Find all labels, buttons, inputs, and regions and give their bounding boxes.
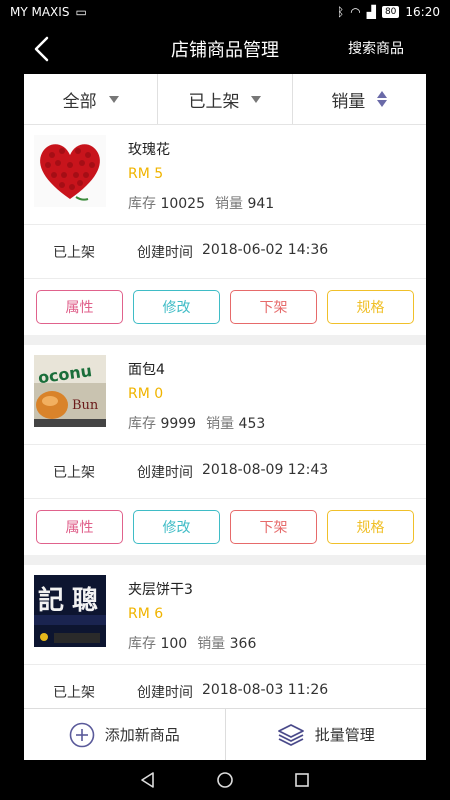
stock-label: 库存	[128, 636, 156, 652]
add-circle-icon	[69, 722, 95, 747]
product-image-chang-kee-logo: 記 聰	[34, 575, 106, 647]
filter-bar: 全部 已上架 销量	[24, 74, 426, 125]
attributes-button[interactable]: 属性	[36, 510, 123, 544]
product-summary[interactable]: 記 聰 夹层饼干3 RM 6 库存 100 销量 366	[24, 565, 426, 665]
product-meta: 已上架 创建时间 2018-06-02 14:36	[24, 225, 426, 279]
nav-back-icon[interactable]	[139, 771, 157, 789]
created-time-label: 创建时间	[137, 245, 193, 261]
product-card: oconu Bun 面包4 RM 0 库存 9999 销量 453 已上架 创建…	[24, 345, 426, 555]
product-stats: 库存 10025 销量 941	[128, 193, 274, 213]
sales-value: 453	[238, 416, 266, 432]
status-badge: 已上架	[53, 245, 95, 261]
screen-icon: ▭	[75, 5, 87, 19]
product-price: RM 6	[128, 606, 164, 622]
product-image-coconut-bun: oconu Bun	[34, 355, 106, 427]
created-time-label: 创建时间	[137, 685, 193, 701]
main-content: 全部 已上架 销量 玫瑰花 RM 5 库存 10025 销量 941 已上架 创…	[24, 74, 426, 708]
filter-status-label: 已上架	[188, 91, 240, 112]
created-time-label: 创建时间	[137, 465, 193, 481]
stock-label: 库存	[128, 416, 156, 432]
product-stats: 库存 9999 销量 453	[128, 413, 265, 433]
back-arrow-icon[interactable]	[28, 34, 58, 64]
product-actions: 属性 修改 下架 规格	[24, 499, 426, 555]
status-badge: 已上架	[53, 685, 95, 701]
clock: 16:20	[405, 5, 440, 19]
product-meta: 已上架 创建时间 2018-08-09 12:43	[24, 445, 426, 499]
nav-home-icon[interactable]	[216, 771, 234, 789]
filter-category-dropdown[interactable]: 全部	[24, 74, 159, 124]
svg-text:聰: 聰	[72, 585, 98, 616]
product-image-rose-heart	[34, 135, 106, 207]
svg-text:Bun: Bun	[72, 398, 99, 413]
wifi-icon: ◠	[350, 5, 361, 19]
stock-label: 库存	[128, 196, 156, 212]
system-nav-bar	[0, 760, 450, 800]
caret-down-icon	[108, 95, 119, 103]
product-summary[interactable]: oconu Bun 面包4 RM 0 库存 9999 销量 453	[24, 345, 426, 445]
nav-recents-icon[interactable]	[293, 771, 311, 789]
created-time-value: 2018-08-03 11:26	[202, 682, 329, 698]
search-products-button[interactable]: 搜索商品	[348, 38, 404, 58]
status-badge: 已上架	[53, 465, 95, 481]
title-bar: 店铺商品管理 搜索商品	[0, 24, 450, 74]
unlist-button[interactable]: 下架	[230, 510, 317, 544]
status-bar: MY MAXIS ▭ ᛒ ◠ ▟ 80 16:20	[0, 0, 450, 24]
bluetooth-icon: ᛒ	[337, 5, 345, 19]
layers-icon	[277, 723, 304, 746]
sort-sales-label: 销量	[331, 91, 366, 112]
battery-icon: 80	[381, 6, 400, 18]
attributes-button[interactable]: 属性	[36, 290, 123, 324]
sales-label: 销量	[197, 636, 226, 652]
stock-value: 9999	[160, 416, 197, 432]
stock-value: 10025	[160, 196, 205, 212]
stock-value: 100	[160, 636, 188, 652]
product-summary[interactable]: 玫瑰花 RM 5 库存 10025 销量 941	[24, 125, 426, 225]
sales-value: 366	[229, 636, 257, 652]
product-name: 面包4	[128, 362, 165, 378]
sales-value: 941	[247, 196, 275, 212]
svg-text:記: 記	[38, 585, 64, 616]
product-price: RM 5	[128, 166, 164, 182]
product-card: 記 聰 夹层饼干3 RM 6 库存 100 销量 366 已上架 创建时间 20…	[24, 565, 426, 708]
product-name: 玫瑰花	[128, 142, 170, 158]
bottom-action-bar: 添加新商品 批量管理	[24, 708, 426, 760]
product-card: 玫瑰花 RM 5 库存 10025 销量 941 已上架 创建时间 2018-0…	[24, 125, 426, 335]
add-product-button[interactable]: 添加新商品	[24, 709, 226, 760]
unlist-button[interactable]: 下架	[230, 290, 317, 324]
batch-manage-label: 批量管理	[314, 726, 375, 744]
caret-down-icon	[251, 95, 262, 103]
carrier-label: MY MAXIS	[10, 5, 70, 19]
sales-label: 销量	[215, 196, 243, 212]
edit-button[interactable]: 修改	[133, 510, 220, 544]
created-time-value: 2018-06-02 14:36	[202, 242, 329, 258]
product-price: RM 0	[128, 386, 164, 402]
edit-button[interactable]: 修改	[133, 290, 220, 324]
specs-button[interactable]: 规格	[327, 510, 414, 544]
product-stats: 库存 100 销量 366	[128, 633, 256, 653]
sort-sales-toggle[interactable]: 销量	[293, 74, 426, 124]
signal-icon: ▟	[366, 5, 376, 19]
batch-manage-button[interactable]: 批量管理	[226, 709, 427, 760]
filter-status-dropdown[interactable]: 已上架	[158, 74, 293, 124]
filter-category-label: 全部	[62, 91, 97, 112]
product-meta: 已上架 创建时间 2018-08-03 11:26	[24, 665, 426, 708]
product-name: 夹层饼干3	[128, 582, 193, 598]
add-product-label: 添加新商品	[104, 726, 180, 744]
sales-label: 销量	[206, 416, 235, 432]
product-actions: 属性 修改 下架 规格	[24, 279, 426, 335]
sort-icon	[377, 91, 388, 107]
created-time-value: 2018-08-09 12:43	[202, 462, 329, 478]
specs-button[interactable]: 规格	[327, 290, 414, 324]
